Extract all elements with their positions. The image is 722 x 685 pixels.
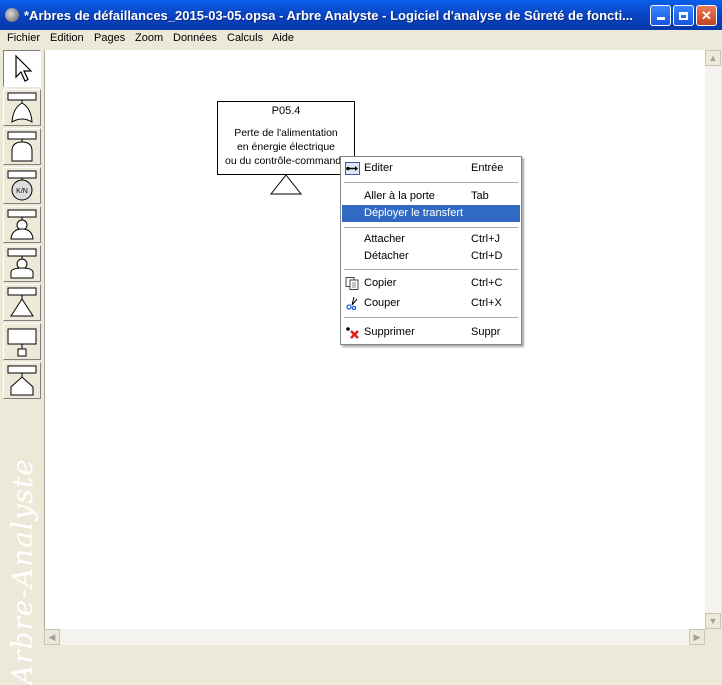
title-bar: *Arbres de défaillances_2015-03-05.opsa … [0,0,722,30]
tool-and-gate[interactable] [3,128,41,165]
size-grip[interactable] [705,629,722,647]
and-gate-icon [7,131,37,162]
tool-house-event[interactable] [3,245,41,282]
menu-item-label: Supprimer [364,326,415,338]
maximize-icon [679,12,688,20]
close-icon: ✕ [701,8,712,23]
gate-description-box[interactable]: Perte de l'alimentation en énergie élect… [217,120,355,175]
menu-item-copier[interactable]: Copier Ctrl+C [342,275,520,292]
scroll-left-button[interactable]: ◀ [44,629,60,645]
menu-item-label: Aller à la porte [364,190,435,202]
gate-id-box[interactable]: P05.4 [217,101,355,121]
menu-item-couper[interactable]: Couper Ctrl+X [342,295,520,312]
minimize-button[interactable] [650,5,671,26]
house-event-icon [7,248,37,279]
menu-item-shortcut: Ctrl+D [471,250,503,262]
gate-description-line: Perte de l'alimentation [234,127,338,139]
app-icon[interactable] [5,8,19,22]
scroll-right-button[interactable]: ▶ [689,629,705,645]
menu-item-detacher[interactable]: Détacher Ctrl+D [342,248,520,265]
menu-item-label: Editer [364,162,393,174]
or-gate-icon [7,92,37,123]
menu-separator [344,182,518,183]
menu-separator [344,317,518,318]
kn-label: K/N [16,188,28,195]
menu-fichier[interactable]: Fichier [7,32,40,44]
menu-aide[interactable]: Aide [272,32,294,44]
menu-pages[interactable]: Pages [94,32,125,44]
menu-item-label: Attacher [364,233,405,245]
menu-item-shortcut: Ctrl+X [471,297,502,309]
tool-transfer-gate[interactable] [3,284,41,321]
tool-or-gate[interactable] [3,89,41,126]
menu-item-deployer-le-transfert[interactable]: Déployer le transfert [342,205,520,222]
edit-icon [345,162,360,175]
menu-item-editer[interactable]: Editer Entrée [342,160,520,177]
menu-item-attacher[interactable]: Attacher Ctrl+J [342,231,520,248]
menu-item-shortcut: Suppr [471,326,501,338]
tool-k-out-of-n-gate[interactable]: K/N [3,167,41,204]
menu-calculs[interactable]: Calculs [227,32,263,44]
menu-item-supprimer[interactable]: Supprimer Suppr [342,324,520,341]
gate-description-line: ou du contrôle-commande [225,155,347,167]
watermark-logo: Arbre-Analyste [6,458,39,685]
menu-item-shortcut: Ctrl+J [471,233,501,245]
cut-icon [346,297,358,310]
undeveloped-event-icon [7,328,37,357]
tool-undeveloped-event[interactable] [3,323,41,360]
select-arrow-icon [15,54,33,82]
menu-zoom[interactable]: Zoom [135,32,163,44]
menu-item-label: Déployer le transfert [364,207,464,219]
minimize-icon [656,17,665,20]
scroll-down-button[interactable]: ▼ [705,613,721,629]
menu-item-shortcut: Entrée [471,162,504,174]
maximize-button[interactable] [673,5,694,26]
scroll-up-button[interactable]: ▲ [705,50,721,66]
menu-separator [344,227,518,228]
tool-transfer-in[interactable] [3,362,41,399]
k-out-of-n-gate-icon: K/N [7,170,37,201]
menu-item-aller-a-la-porte[interactable]: Aller à la porte Tab [342,188,520,205]
transfer-in-icon [7,365,37,396]
tool-basic-event[interactable] [3,206,41,243]
delete-icon [346,327,359,339]
horizontal-scrollbar[interactable]: ◀ ▶ [44,629,705,645]
menu-item-label: Détacher [364,250,409,262]
vertical-scrollbar[interactable]: ▲ ▼ [705,50,721,629]
menu-item-shortcut: Tab [471,190,489,202]
transfer-triangle-symbol[interactable] [270,174,304,196]
menu-bar: Fichier Edition Pages Zoom Données Calcu… [0,30,722,48]
context-menu: Editer Entrée Aller à la porte Tab Déplo… [340,156,522,345]
basic-event-icon [7,209,37,240]
menu-donnees[interactable]: Données [173,32,217,44]
tool-palette: K/N Arbre-Analyste [2,49,43,685]
menu-item-label: Couper [364,297,401,309]
transfer-gate-icon [7,287,37,317]
copy-icon [345,277,359,290]
menu-item-label: Copier [364,277,397,289]
close-button[interactable]: ✕ [696,5,717,26]
menu-edition[interactable]: Edition [50,32,84,44]
menu-separator [344,269,518,270]
window-title: *Arbres de défaillances_2015-03-05.opsa … [24,8,634,23]
gate-description-line: en énergie électrique [236,141,336,153]
tool-select[interactable] [3,50,41,87]
menu-item-shortcut: Ctrl+C [471,277,503,289]
